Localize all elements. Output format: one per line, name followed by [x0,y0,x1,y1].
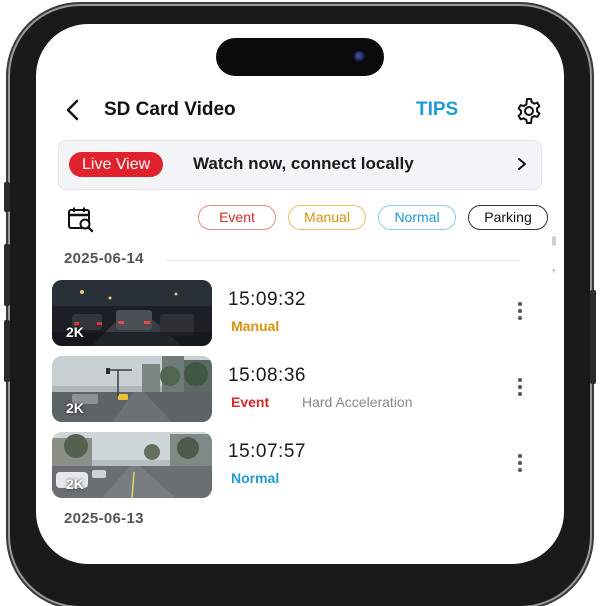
scroll-down-icon: ▾ [552,268,556,275]
live-view-banner[interactable]: Live View Watch now, connect locally [58,140,542,190]
video-item[interactable]: 2K 15:09:32 Manual [52,280,552,348]
phone-screen: SD Card Video TIPS Live View Watch now, … [36,24,564,564]
video-thumbnail[interactable]: 2K [52,432,212,498]
resolution-badge: 2K [66,400,84,416]
side-button-power [590,290,596,384]
tips-button[interactable]: TIPS [416,99,458,121]
app-header: SD Card Video TIPS [36,86,564,136]
live-view-text: Watch now, connect locally [193,154,414,173]
resolution-badge: 2K [66,324,84,340]
scrollbar[interactable] [552,236,556,246]
filter-chip-manual[interactable]: Manual [288,205,366,230]
video-item[interactable]: 2K 15:08:36 Event Hard Acceleration [52,356,552,424]
live-view-badge: Live View [69,152,164,177]
side-button-mute [4,182,10,212]
dynamic-island [216,38,384,76]
more-vertical-icon[interactable] [516,378,524,398]
side-button-volume-up [4,244,10,306]
resolution-badge: 2K [66,476,84,492]
filter-chip-event[interactable]: Event [198,205,276,230]
gear-icon[interactable] [514,96,544,126]
video-time: 15:09:32 [228,289,306,310]
calendar-search-icon[interactable] [66,206,96,234]
video-thumbnail[interactable]: 2K [52,280,212,346]
video-event-detail: Hard Acceleration [302,394,413,410]
page-title: SD Card Video [104,99,236,120]
chevron-right-icon [518,158,526,170]
more-vertical-icon[interactable] [516,454,524,474]
video-tag: Manual [231,318,280,334]
back-arrow-icon[interactable] [62,98,86,122]
front-camera [354,51,366,63]
more-vertical-icon[interactable] [516,302,524,322]
date-header: 2025-06-14 [64,250,144,267]
date-divider [166,260,520,261]
video-item[interactable]: 2K 15:07:57 Normal [52,432,552,500]
video-time: 15:08:36 [228,365,306,386]
video-tag: Event [231,394,270,410]
video-tag: Normal [231,470,280,486]
video-time: 15:07:57 [228,441,306,462]
filter-chip-normal[interactable]: Normal [378,205,456,230]
date-header: 2025-06-13 [64,510,144,527]
filter-chip-parking[interactable]: Parking [468,205,548,230]
side-button-volume-down [4,320,10,382]
video-thumbnail[interactable]: 2K [52,356,212,422]
